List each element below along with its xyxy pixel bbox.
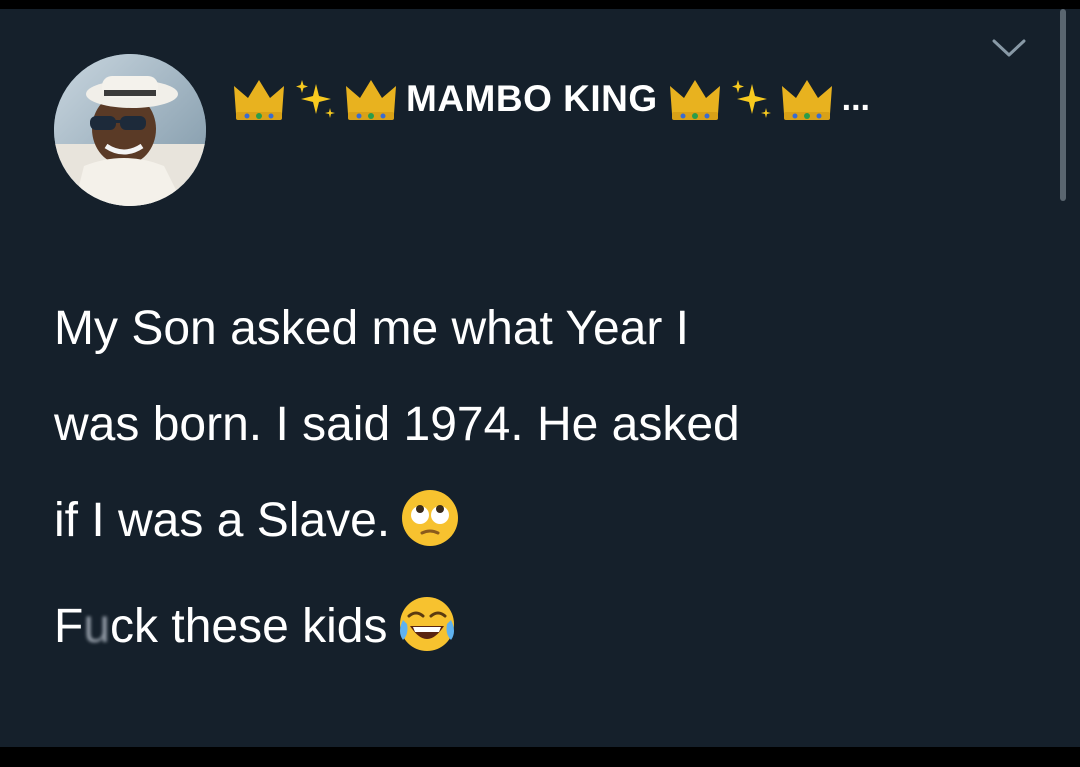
tweet-text: My Son asked me what Year I was born. I …: [54, 281, 1044, 675]
tweet-line: My Son asked me what Year I: [54, 302, 690, 355]
display-name-row[interactable]: MAMBO KING ...: [232, 71, 870, 127]
handle-blurred: [236, 137, 516, 177]
tweet-text-segment: ck these kids: [110, 600, 388, 653]
sparkles-icon: [292, 76, 338, 122]
crown-icon: [780, 74, 834, 124]
tweet-text-segment: F: [54, 600, 84, 653]
face-with-tears-of-joy-icon: [397, 591, 457, 651]
censored-text: u: [83, 600, 111, 653]
tweet-line-with-emoji: if I was a Slave.: [54, 473, 1044, 569]
face-with-rolling-eyes-icon: [400, 485, 460, 546]
crown-icon: [344, 74, 398, 124]
scrollbar[interactable]: [1060, 9, 1066, 201]
avatar-photo: [54, 54, 206, 206]
display-name[interactable]: MAMBO KING: [406, 78, 658, 120]
tweet-card: MAMBO KING ... My Son asked me what Year…: [0, 9, 1080, 747]
tweet-line-with-emoji: Fuck these kids: [54, 579, 1044, 675]
chevron-down-icon[interactable]: [990, 35, 1028, 61]
tweet-line: if I was a Slave.: [54, 494, 391, 547]
sparkles-icon: [728, 76, 774, 122]
crown-icon: [232, 74, 286, 124]
name-truncation-ellipsis: ...: [841, 79, 870, 118]
tweet-line: was born. I said 1974. He asked: [54, 398, 740, 451]
avatar[interactable]: [54, 54, 206, 206]
crown-icon: [668, 74, 722, 124]
